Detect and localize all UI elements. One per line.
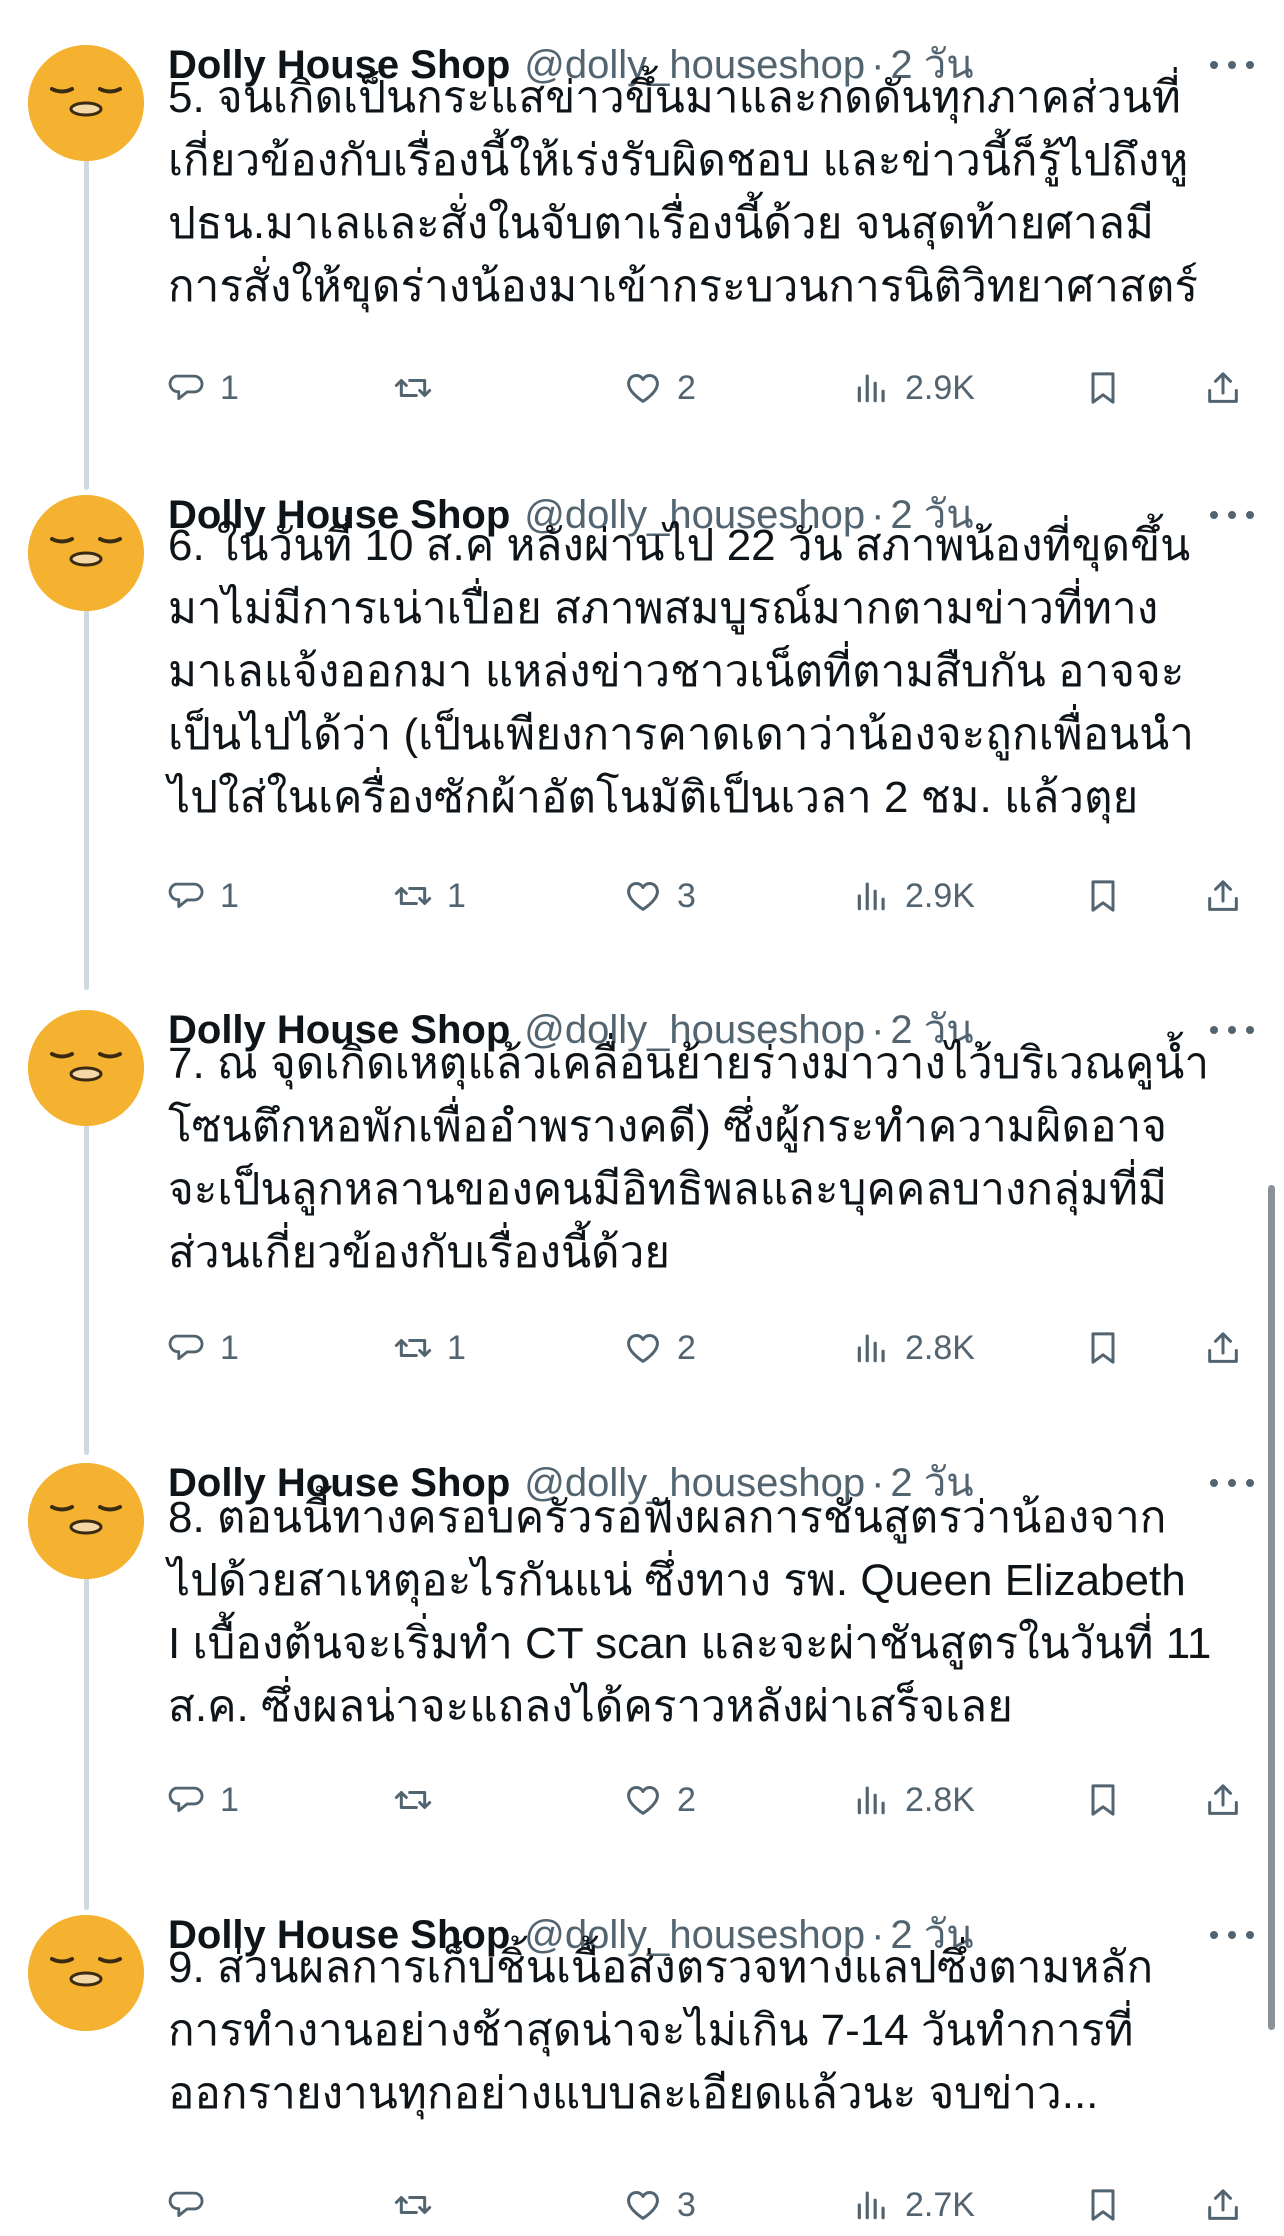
like-count: 3 <box>677 2185 696 2224</box>
retweet-arrows-icon <box>393 1780 433 1820</box>
tweet-text: 6. ในวันที่ 10 ส.ค หลังผ่านไป 22 วัน สภา… <box>168 521 1194 822</box>
reply-button[interactable]: 1 <box>168 1770 239 1830</box>
reply-count: 1 <box>220 1780 239 1819</box>
views-button[interactable]: 2.9K <box>853 358 975 418</box>
thread-connector-line <box>84 140 89 490</box>
heart-icon <box>623 1780 663 1820</box>
share-button[interactable] <box>1203 1318 1243 1378</box>
bookmark-icon <box>1083 368 1123 408</box>
share-button[interactable] <box>1203 1770 1243 1830</box>
views-button[interactable]: 2.9K <box>853 866 975 926</box>
retweet-count: 1 <box>447 1328 466 1367</box>
views-count: 2.9K <box>905 876 975 915</box>
reply-button[interactable]: 1 <box>168 358 239 418</box>
share-upload-icon <box>1203 2185 1243 2225</box>
views-button[interactable]: 2.8K <box>853 1770 975 1830</box>
heart-icon <box>623 2185 663 2225</box>
share-button[interactable] <box>1203 2175 1243 2235</box>
like-count: 2 <box>677 1328 696 1367</box>
gudetama-avatar-icon[interactable] <box>28 495 144 611</box>
bookmark-icon <box>1083 2185 1123 2225</box>
bookmark-button[interactable] <box>1083 1318 1123 1378</box>
views-bars-icon <box>853 369 891 407</box>
retweet-button[interactable] <box>393 1770 447 1830</box>
bookmark-button[interactable] <box>1083 358 1123 418</box>
reply-count: 1 <box>220 368 239 407</box>
heart-icon <box>623 876 663 916</box>
bookmark-button[interactable] <box>1083 2175 1123 2235</box>
heart-icon <box>623 368 663 408</box>
share-button[interactable] <box>1203 866 1243 926</box>
tweet-text: 7. ณ จุดเกิดเหตุแล้วเคลื่อนย้ายร่างมาวาง… <box>168 1039 1210 1277</box>
tweet-text: 9. ส่วนผลการเก็บชิ้นเนื้อส่งตรวจทางแลปซึ… <box>168 1943 1154 2118</box>
retweet-button[interactable]: 1 <box>393 866 466 926</box>
reply-bubble-icon <box>168 1329 206 1367</box>
reply-bubble-icon <box>168 369 206 407</box>
gudetama-avatar-icon[interactable] <box>28 1463 144 1579</box>
retweet-arrows-icon <box>393 2185 433 2225</box>
views-count: 2.8K <box>905 1328 975 1367</box>
bookmark-button[interactable] <box>1083 1770 1123 1830</box>
reply-button[interactable]: 1 <box>168 866 239 926</box>
retweet-arrows-icon <box>393 1328 433 1368</box>
thread-connector-line <box>84 600 89 990</box>
like-count: 2 <box>677 368 696 407</box>
like-count: 3 <box>677 876 696 915</box>
share-button[interactable] <box>1203 358 1243 418</box>
tweet-actions: 3 2.7K <box>168 2175 1258 2235</box>
reply-bubble-icon <box>168 1781 206 1819</box>
retweet-count: 1 <box>447 876 466 915</box>
tweet-actions: 1 1 2 2.8K <box>168 1318 1258 1378</box>
tweet-thread: Dolly House Shop @dolly_houseshop · 2 วั… <box>0 0 1284 2236</box>
share-upload-icon <box>1203 368 1243 408</box>
bookmark-icon <box>1083 876 1123 916</box>
retweet-arrows-icon <box>393 368 433 408</box>
reply-bubble-icon <box>168 2186 206 2224</box>
reply-bubble-icon <box>168 877 206 915</box>
reply-count: 1 <box>220 1328 239 1367</box>
retweet-button[interactable]: 1 <box>393 1318 466 1378</box>
views-count: 2.9K <box>905 368 975 407</box>
reply-count: 1 <box>220 876 239 915</box>
gudetama-avatar-icon[interactable] <box>28 1010 144 1126</box>
tweet-text: 8. ตอนนี้ทางครอบครัวรอฟังผลการชันสูตรว่า… <box>168 1493 1212 1731</box>
bookmark-icon <box>1083 1328 1123 1368</box>
thread-connector-line <box>84 1565 89 1910</box>
share-upload-icon <box>1203 876 1243 916</box>
like-button[interactable]: 2 <box>623 1318 696 1378</box>
views-bars-icon <box>853 1781 891 1819</box>
like-count: 2 <box>677 1780 696 1819</box>
reply-button[interactable] <box>168 2175 220 2235</box>
views-bars-icon <box>853 1329 891 1367</box>
tweet-actions: 1 1 3 2.9K <box>168 866 1258 926</box>
like-button[interactable]: 2 <box>623 1770 696 1830</box>
share-upload-icon <box>1203 1328 1243 1368</box>
like-button[interactable]: 2 <box>623 358 696 418</box>
heart-icon <box>623 1328 663 1368</box>
gudetama-avatar-icon[interactable] <box>28 45 144 161</box>
share-upload-icon <box>1203 1780 1243 1820</box>
bookmark-button[interactable] <box>1083 866 1123 926</box>
views-count: 2.7K <box>905 2185 975 2224</box>
views-button[interactable]: 2.8K <box>853 1318 975 1378</box>
like-button[interactable]: 3 <box>623 866 696 926</box>
tweet-actions: 1 2 2.9K <box>168 358 1258 418</box>
thread-connector-line <box>84 1115 89 1455</box>
like-button[interactable]: 3 <box>623 2175 696 2235</box>
scrollbar[interactable] <box>1268 1185 1275 2030</box>
tweet-text: 5. จนเกิดเป็นกระแสข่าวขึ้นมาและกดดันทุกภ… <box>168 73 1198 311</box>
tweet-actions: 1 2 2.8K <box>168 1770 1258 1830</box>
views-bars-icon <box>853 877 891 915</box>
retweet-arrows-icon <box>393 876 433 916</box>
gudetama-avatar-icon[interactable] <box>28 1915 144 2031</box>
reply-button[interactable]: 1 <box>168 1318 239 1378</box>
retweet-button[interactable] <box>393 358 447 418</box>
views-bars-icon <box>853 2186 891 2224</box>
views-button[interactable]: 2.7K <box>853 2175 975 2235</box>
bookmark-icon <box>1083 1780 1123 1820</box>
retweet-button[interactable] <box>393 2175 447 2235</box>
views-count: 2.8K <box>905 1780 975 1819</box>
